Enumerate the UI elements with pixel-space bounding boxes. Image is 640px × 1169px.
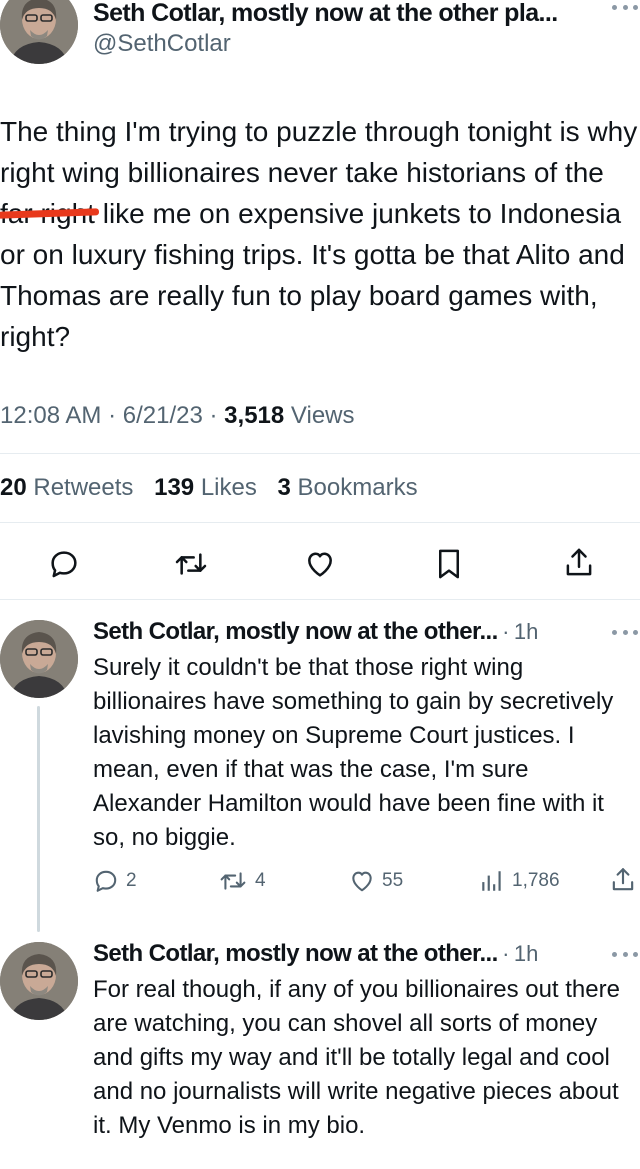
- author-name[interactable]: Seth Cotlar, mostly now at the other pla…: [93, 0, 558, 28]
- reply-separator: ·: [502, 941, 510, 966]
- avatar[interactable]: [0, 942, 78, 1020]
- divider: [0, 599, 640, 600]
- reply-icon: [51, 551, 77, 578]
- avatar[interactable]: [0, 0, 78, 64]
- retweets-count: 20: [0, 474, 27, 501]
- bookmark-icon: [439, 549, 459, 579]
- thread-line: [37, 706, 40, 932]
- like-icon: [308, 552, 332, 577]
- meta-separator: ·: [209, 402, 218, 429]
- views-label: Views: [290, 402, 355, 429]
- reply-author-name[interactable]: Seth Cotlar, mostly now at the other...: [93, 940, 498, 967]
- more-options-icon[interactable]: [612, 2, 638, 12]
- retweet-icon: [220, 872, 246, 890]
- reply-text: Surely it couldn't be that those right w…: [93, 654, 614, 851]
- views-count: 1,786: [512, 870, 560, 891]
- reply-header: Seth Cotlar, mostly now at the other... …: [93, 940, 538, 968]
- reply-button[interactable]: 2: [93, 868, 137, 894]
- likes-label: Likes: [200, 474, 257, 501]
- retweet-icon: [175, 553, 207, 575]
- likes-stat[interactable]: 139 Likes: [154, 474, 257, 501]
- share-icon: [566, 548, 592, 576]
- analytics-icon: [482, 871, 501, 891]
- like-button[interactable]: 55: [349, 868, 403, 894]
- reply-text: For real though, if any of you billionai…: [93, 976, 620, 1139]
- divider: [0, 522, 640, 523]
- retweet-count: 4: [255, 870, 266, 891]
- retweets-stat[interactable]: 20 Retweets: [0, 474, 133, 501]
- tweet-meta: 12:08 AM · 6/21/23 · 3,518 Views: [0, 402, 355, 430]
- retweet-button[interactable]: 4: [218, 868, 266, 894]
- reply-author-name[interactable]: Seth Cotlar, mostly now at the other...: [93, 618, 498, 645]
- bookmarks-label: Bookmarks: [297, 474, 418, 501]
- likes-count: 139: [154, 474, 195, 501]
- reply-count: 2: [126, 870, 137, 891]
- like-count: 55: [382, 870, 404, 891]
- reply-time[interactable]: 1h: [514, 941, 538, 966]
- bookmarks-count: 3: [277, 474, 291, 501]
- meta-separator: ·: [108, 402, 117, 429]
- more-options-icon[interactable]: [612, 949, 638, 959]
- views-button[interactable]: 1,786: [479, 868, 560, 894]
- share-button[interactable]: [561, 544, 597, 582]
- views-count: 3,518: [224, 402, 285, 429]
- reply-header: Seth Cotlar, mostly now at the other... …: [93, 618, 538, 646]
- retweet-button[interactable]: [171, 546, 211, 582]
- reply-icon: [95, 870, 117, 892]
- bookmarks-stat[interactable]: 3 Bookmarks: [278, 474, 418, 501]
- redacted-text: far right: [0, 193, 95, 234]
- tweet-date[interactable]: 6/21/23: [123, 402, 203, 429]
- tweet-text-start: The thing I'm trying to puzzle through t…: [0, 116, 638, 188]
- author-handle[interactable]: @SethCotlar: [93, 30, 231, 58]
- like-button[interactable]: [302, 546, 338, 582]
- like-icon: [352, 871, 372, 892]
- retweets-label: Retweets: [33, 474, 134, 501]
- bookmark-button[interactable]: [431, 546, 467, 582]
- tweet-text: The thing I'm trying to puzzle through t…: [0, 111, 640, 357]
- divider: [0, 453, 640, 454]
- tweet-time[interactable]: 12:08 AM: [0, 402, 101, 429]
- reply-button[interactable]: [46, 546, 82, 582]
- reply-time[interactable]: 1h: [514, 619, 538, 644]
- share-button[interactable]: [610, 866, 636, 894]
- avatar[interactable]: [0, 620, 78, 698]
- share-icon: [612, 868, 634, 891]
- more-options-icon[interactable]: [612, 627, 638, 637]
- tweet-stats: 20 Retweets 139 Likes 3 Bookmarks: [0, 474, 418, 502]
- reply-separator: ·: [502, 619, 510, 644]
